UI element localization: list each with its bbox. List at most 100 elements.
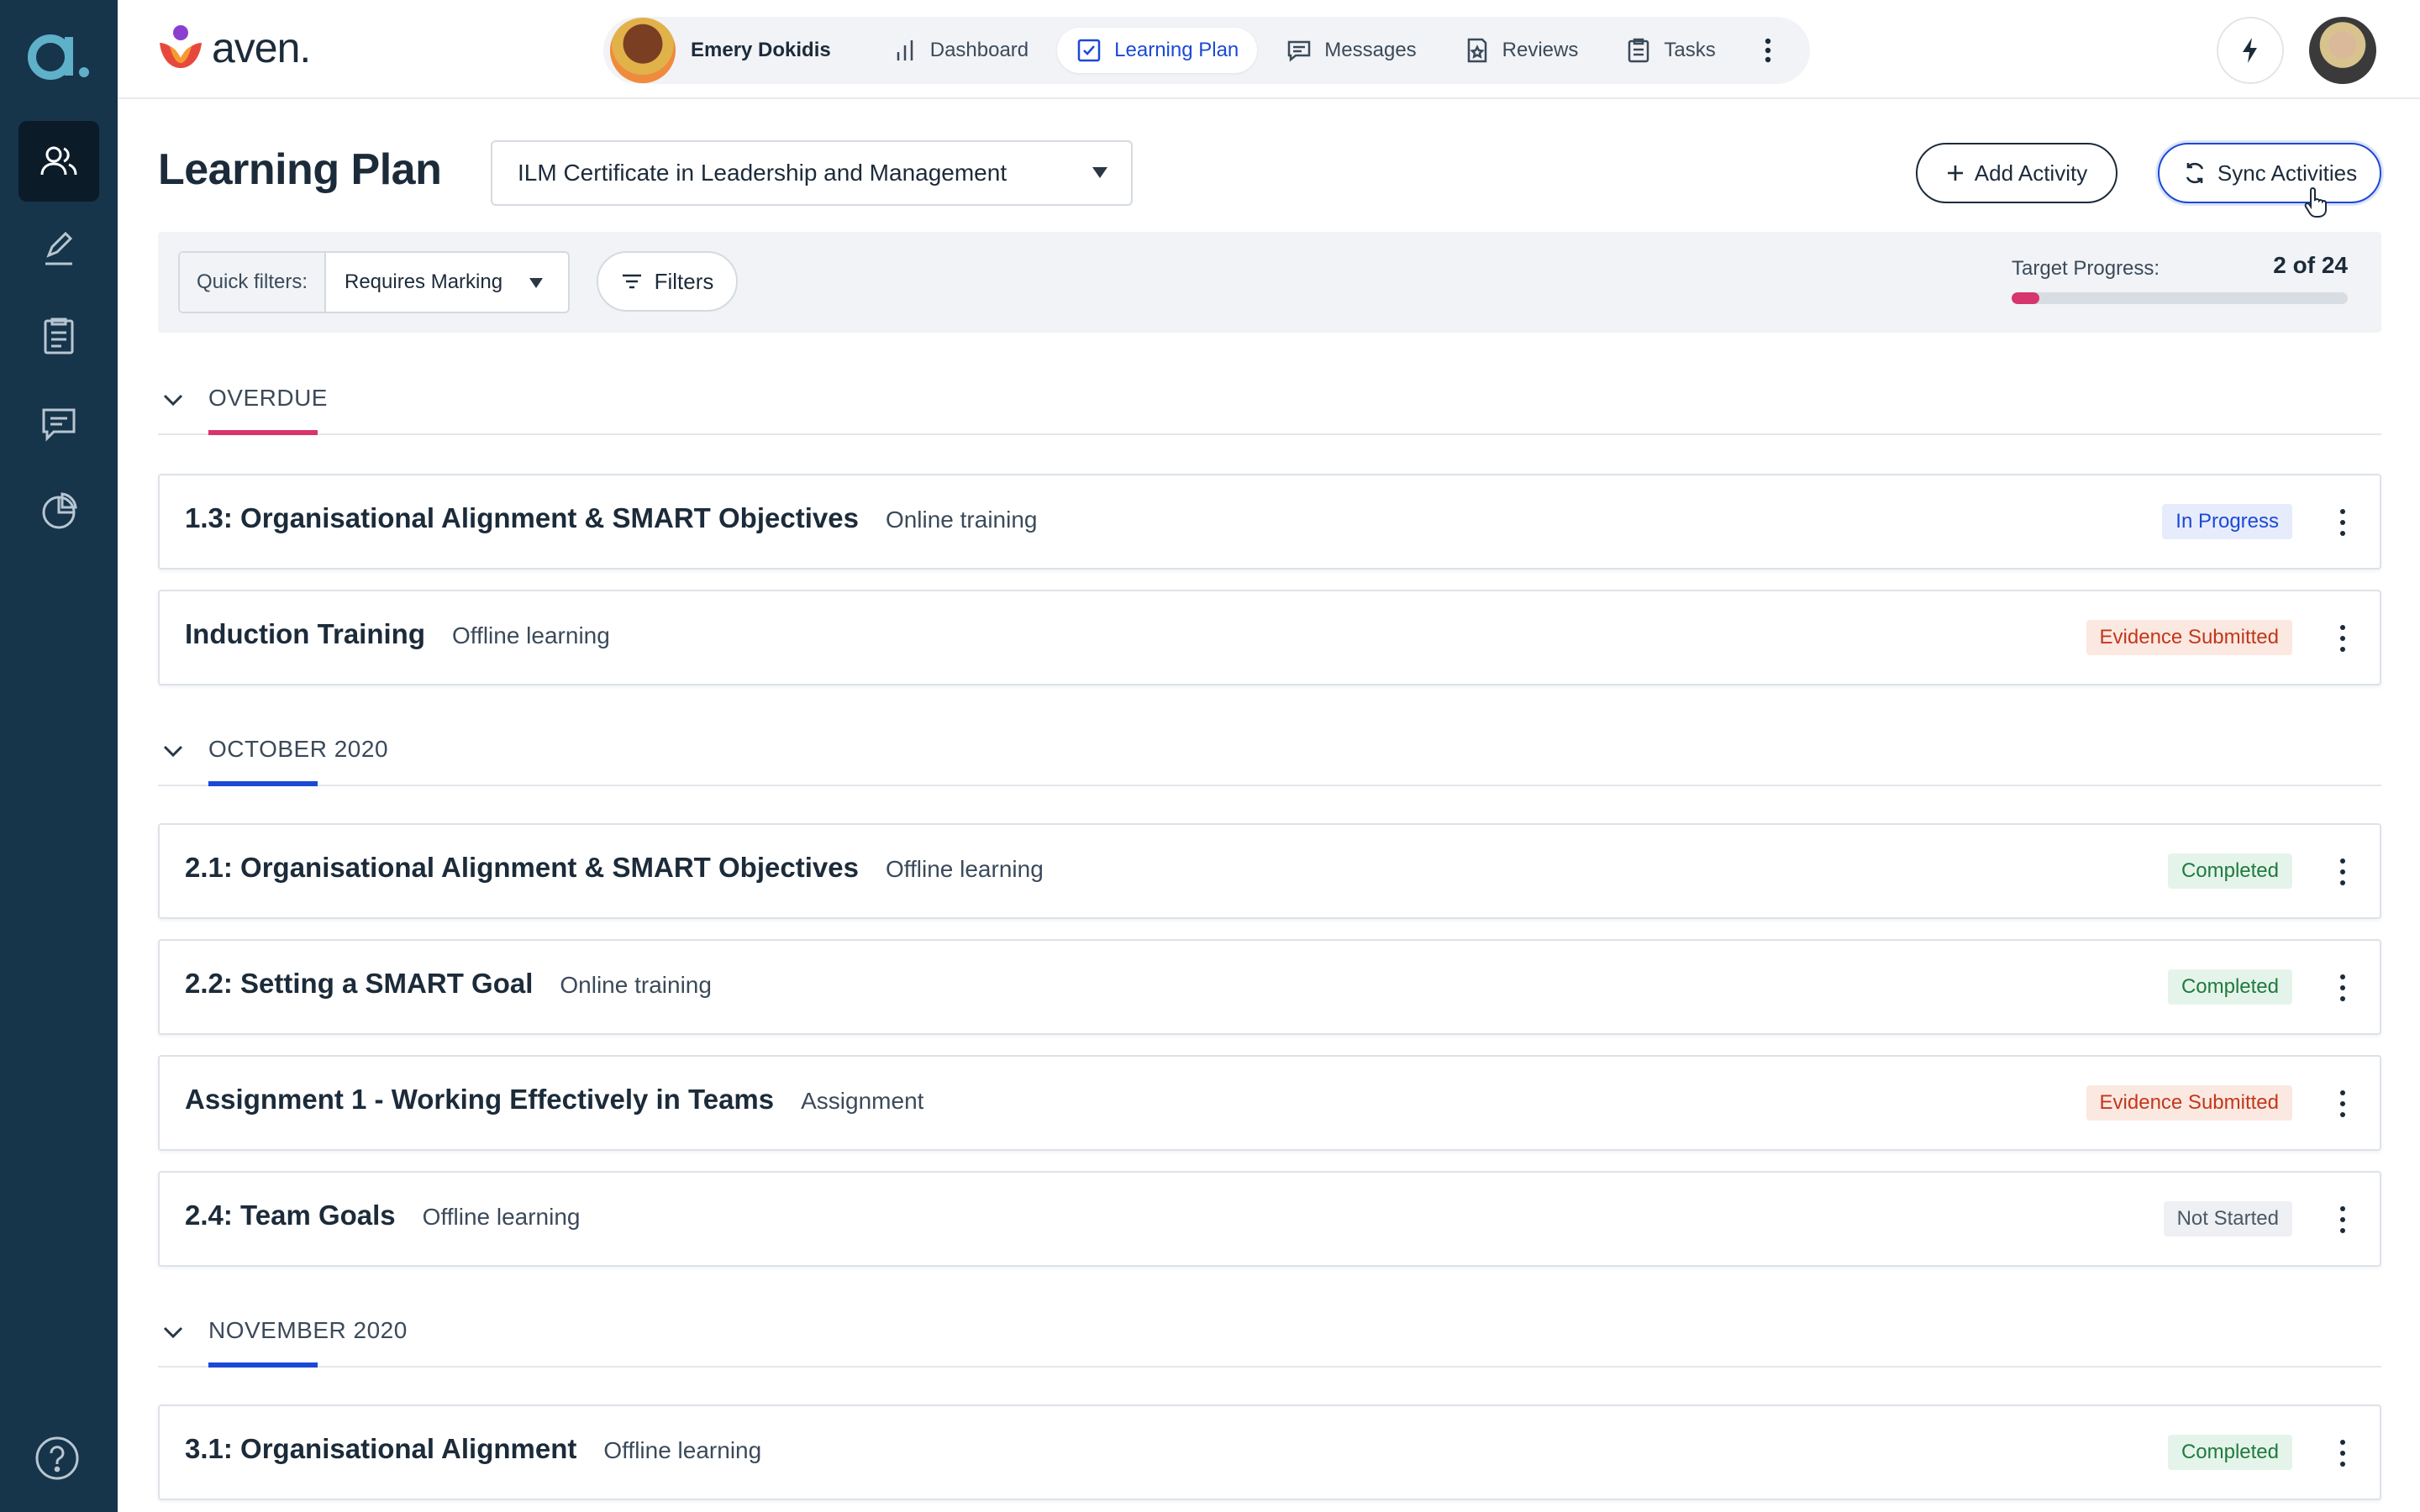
activity-type: Online training [560, 972, 712, 998]
activity-row[interactable]: 1.3: Organisational Alignment & SMART Ob… [158, 474, 2381, 570]
learning-plan-select-value: ILM Certificate in Leadership and Manage… [518, 160, 1007, 186]
chevron-down-icon[interactable] [158, 736, 188, 766]
bar-chart-icon [897, 40, 913, 60]
activity-row[interactable]: 2.1: Organisational Alignment & SMART Ob… [158, 823, 2381, 919]
tab-messages-label: Messages [1324, 39, 1417, 61]
activity-title[interactable]: 2.1: Organisational Alignment & SMART Ob… [185, 852, 859, 883]
tab-dashboard-label: Dashboard [929, 39, 1029, 61]
top-bar: aven. Emery Dokidis Dashboard Learning P… [118, 0, 2420, 99]
target-progress-label: Target Progress: [2012, 257, 2160, 280]
page-title: Learning Plan [158, 145, 442, 194]
nav-more-button[interactable] [1751, 28, 1785, 73]
row-more-button[interactable] [2334, 622, 2351, 655]
tab-dashboard[interactable]: Dashboard [873, 28, 1047, 73]
activity-title[interactable]: 2.2: Setting a SMART Goal [185, 968, 533, 999]
chevron-down-icon[interactable] [158, 385, 188, 415]
message-icon [1288, 40, 1311, 62]
quick-filter-label: Quick filters: [180, 253, 326, 312]
activity-row[interactable]: 2.4: Team Goals Offline learning Not Star… [158, 1171, 2381, 1267]
people-icon [40, 146, 77, 176]
rail-reports-button[interactable] [18, 470, 99, 551]
lightning-icon [2243, 38, 2257, 63]
status-badge: Not Started [2163, 1201, 2292, 1236]
left-rail [0, 0, 118, 1512]
activity-title[interactable]: 1.3: Organisational Alignment & SMART Ob… [185, 502, 859, 533]
plus-icon [1947, 165, 1963, 181]
row-more-button[interactable] [2334, 1087, 2351, 1121]
section-november-2020[interactable]: NOVEMBER 2020 [158, 1307, 2381, 1368]
rail-clipboard-button[interactable] [18, 296, 99, 376]
add-activity-button[interactable]: Add Activity [1916, 143, 2118, 203]
rail-messages-button[interactable] [18, 383, 99, 464]
clipboard-icon [44, 318, 74, 354]
brand-name: aven. [212, 24, 311, 71]
activity-type: Online training [885, 507, 1038, 533]
activity-title[interactable]: Induction Training [185, 618, 425, 649]
activity-row[interactable]: Assignment 1 - Working Effectively in Te… [158, 1055, 2381, 1151]
row-more-button[interactable] [2334, 855, 2351, 889]
row-more-button[interactable] [2334, 1203, 2351, 1236]
section-title: OVERDUE [208, 385, 328, 411]
user-avatar[interactable] [2309, 17, 2376, 84]
activity-row[interactable]: 2.2: Setting a SMART Goal Online training… [158, 939, 2381, 1035]
activity-title[interactable]: 2.4: Team Goals [185, 1200, 396, 1231]
target-progress-value: 2 of 24 [2273, 252, 2348, 278]
row-more-button[interactable] [2334, 506, 2351, 539]
review-icon [1467, 38, 1486, 63]
aven-flower-icon [160, 25, 202, 68]
section-overdue[interactable]: OVERDUE [158, 375, 2381, 435]
pie-chart-icon [42, 492, 77, 529]
activity-title-wrap: 1.3: Organisational Alignment & SMART Ob… [185, 502, 1038, 534]
section-underline [208, 1362, 318, 1368]
activity-type: Offline learning [603, 1437, 762, 1463]
status-badge: Completed [2167, 969, 2292, 1005]
section-title: OCTOBER 2020 [208, 736, 389, 762]
activity-row[interactable]: 3.1: Organisational Alignment Offline lea… [158, 1404, 2381, 1500]
status-badge: In Progress [2162, 504, 2292, 539]
caret-down-icon [1092, 167, 1107, 178]
section-october-2020[interactable]: OCTOBER 2020 [158, 726, 2381, 786]
rail-people-button[interactable] [18, 121, 99, 202]
learner-name: Emery Dokidis [691, 39, 831, 61]
sync-icon [2186, 162, 2204, 184]
status-badge: Completed [2167, 853, 2292, 889]
row-more-button[interactable] [2334, 1436, 2351, 1470]
chevron-down-icon[interactable] [158, 1317, 188, 1347]
activity-type: Assignment [801, 1088, 924, 1114]
tab-tasks-label: Tasks [1664, 39, 1716, 61]
tab-tasks[interactable]: Tasks [1607, 28, 1733, 73]
add-activity-label: Add Activity [1974, 160, 2088, 186]
activity-title[interactable]: Assignment 1 - Working Effectively in Te… [185, 1084, 774, 1115]
status-badge: Evidence Submitted [2086, 620, 2292, 655]
quick-actions-button[interactable] [2217, 17, 2284, 84]
tab-learning-plan-label: Learning Plan [1114, 39, 1239, 61]
quick-filter-value[interactable]: Requires Marking [326, 253, 568, 312]
target-progress-fill [2012, 292, 2040, 304]
tasks-icon [1628, 38, 1649, 63]
tab-messages[interactable]: Messages [1267, 28, 1434, 73]
rail-sign-button[interactable] [18, 208, 99, 289]
brand-logo[interactable]: aven. [156, 24, 311, 72]
sync-activities-button[interactable]: Sync Activities [2158, 143, 2381, 203]
activity-row[interactable]: Induction Training Offline learning Evide… [158, 590, 2381, 685]
tab-learning-plan[interactable]: Learning Plan [1057, 28, 1258, 73]
caret-down-icon [529, 278, 543, 288]
activity-title[interactable]: 3.1: Organisational Alignment [185, 1433, 576, 1464]
tab-reviews-label: Reviews [1502, 39, 1579, 61]
activity-type: Offline learning [451, 622, 610, 648]
activity-title-wrap: Induction Training Offline learning [185, 618, 610, 650]
filter-bar: Quick filters: Requires Marking Filters … [158, 232, 2381, 333]
status-badge: Completed [2167, 1435, 2292, 1470]
more-vertical-icon [1765, 38, 1770, 63]
tab-reviews[interactable]: Reviews [1445, 28, 1597, 73]
filters-button[interactable]: Filters [597, 251, 738, 312]
aven-logo-icon[interactable] [25, 24, 92, 84]
target-progress-bar [2012, 292, 2348, 304]
row-more-button[interactable] [2334, 971, 2351, 1005]
quick-filter-select[interactable]: Quick filters: Requires Marking [178, 251, 570, 313]
help-icon[interactable] [34, 1435, 81, 1482]
section-underline [208, 430, 318, 435]
nav-user[interactable]: Emery Dokidis [610, 18, 831, 83]
learning-plan-select[interactable]: ILM Certificate in Leadership and Manage… [491, 140, 1133, 206]
filters-button-label: Filters [654, 268, 714, 294]
